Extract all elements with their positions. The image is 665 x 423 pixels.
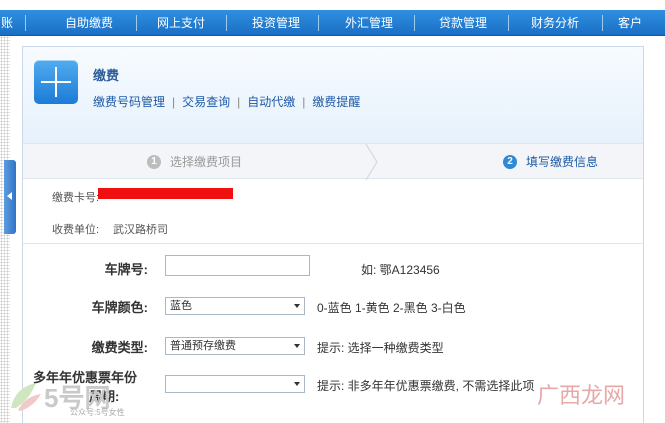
nav-item-customer[interactable]: 客户: [618, 10, 665, 36]
type-select[interactable]: 普通预存缴费: [165, 337, 305, 355]
nav-item-investment[interactable]: 投资管理: [237, 10, 315, 36]
nav-item-online-pay[interactable]: 网上支付: [142, 10, 220, 36]
nav-separator: [136, 15, 137, 31]
plate-hint: 如: 鄂A123456: [361, 263, 440, 277]
nav-separator: [25, 15, 26, 31]
screen: 账 自助缴费 网上支付 投资管理 外汇管理 贷款管理 财务分析 客户 缴费 缴费…: [0, 0, 665, 423]
watermark-sub: 公众号:5号女性: [70, 408, 125, 417]
chevron-down-icon: [294, 304, 300, 308]
section-divider: [23, 243, 643, 244]
color-select-value: 蓝色: [170, 300, 192, 312]
sidebar-toggle[interactable]: [4, 160, 16, 234]
nav-item-finance[interactable]: 财务分析: [516, 10, 594, 36]
type-select-value: 普通预存缴费: [170, 340, 236, 352]
leaf-logo-icon: [11, 383, 41, 411]
redacted-card-number: [98, 188, 233, 199]
nav-item-loan[interactable]: 贷款管理: [424, 10, 502, 36]
main-panel: 缴费 缴费号码管理 | 交易查询 | 自动代缴 | 缴费提醒 1 选择缴费项目 2 填写缴费信息…: [22, 46, 644, 423]
panel-header: 缴费 缴费号码管理 | 交易查询 | 自动代缴 | 缴费提醒: [23, 47, 643, 143]
plate-label: 车牌号:: [104, 262, 148, 277]
page-title: 缴费: [93, 68, 120, 83]
plate-input[interactable]: [165, 255, 310, 276]
subnav-number-manage[interactable]: 缴费号码管理: [93, 93, 165, 110]
chevron-down-icon: [294, 344, 300, 348]
nav-separator: [508, 15, 509, 31]
pay-app-icon: [34, 60, 78, 104]
nav-item-self-pay[interactable]: 自助缴费: [50, 10, 128, 36]
nav-separator: [226, 15, 227, 31]
subnav-auto-pay[interactable]: 自动代缴: [247, 93, 295, 110]
payee-label: 收费单位:: [52, 224, 100, 236]
step-chevron-icon: [365, 144, 378, 180]
type-hint: 提示: 选择一种缴费类型: [317, 341, 444, 355]
chevron-down-icon: [294, 382, 300, 386]
payee-value: 武汉路桥司: [113, 224, 168, 236]
arrow-left-icon: [7, 192, 12, 200]
step-1: 1 选择缴费项目: [147, 155, 242, 169]
card-number-label: 缴费卡号:: [52, 192, 100, 204]
type-label: 缴费类型:: [91, 340, 148, 355]
sub-nav: 缴费号码管理 | 交易查询 | 自动代缴 | 缴费提醒: [93, 93, 361, 110]
step-1-label: 选择缴费项目: [170, 155, 243, 169]
subnav-pay-reminder[interactable]: 缴费提醒: [312, 93, 360, 110]
step-indicator: 1 选择缴费项目 2 填写缴费信息: [23, 143, 643, 180]
multi-year-hint: 提示: 非多年年优惠票缴费, 不需选择此项: [317, 379, 535, 393]
step-1-number: 1: [147, 155, 161, 169]
nav-item-account[interactable]: 账: [0, 10, 18, 36]
top-nav: 账 自助缴费 网上支付 投资管理 外汇管理 贷款管理 财务分析 客户: [0, 10, 665, 36]
step-2-number: 2: [503, 155, 517, 169]
subnav-transaction-query[interactable]: 交易查询: [182, 93, 230, 110]
step-2: 2 填写缴费信息: [503, 155, 598, 169]
nav-separator: [602, 15, 603, 31]
color-label: 车牌颜色:: [91, 300, 148, 315]
nav-item-forex[interactable]: 外汇管理: [330, 10, 408, 36]
watermark-right: 广西龙网: [537, 383, 626, 408]
multi-year-select[interactable]: [165, 375, 305, 393]
step-2-label: 填写缴费信息: [526, 155, 599, 169]
watermark-left: 5号网 公众号:5号女性: [8, 378, 148, 420]
nav-separator: [414, 15, 415, 31]
nav-separator: [318, 15, 319, 31]
color-hint: 0-蓝色 1-黄色 2-黑色 3-白色: [317, 301, 466, 315]
color-select[interactable]: 蓝色: [165, 297, 305, 315]
